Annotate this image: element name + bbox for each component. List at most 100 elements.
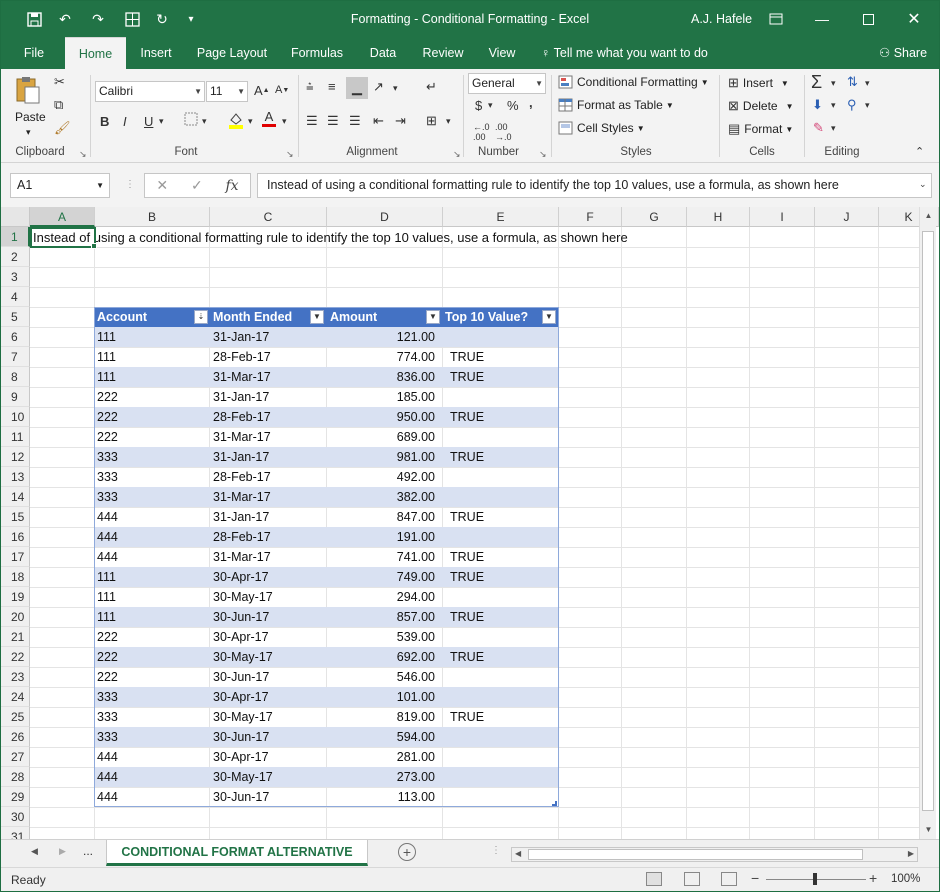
row-header-2[interactable]: 2 xyxy=(1,247,30,267)
orientation-icon[interactable]: ↗ xyxy=(373,79,384,95)
filter-dropdown-icon[interactable]: ▼ xyxy=(310,310,324,324)
shrink-font-icon[interactable]: A ▼ xyxy=(275,84,289,96)
cell-amount[interactable]: 113.00 xyxy=(398,787,435,807)
table-header-cell[interactable]: Account xyxy=(97,307,147,327)
cell-amount[interactable]: 692.00 xyxy=(397,647,435,667)
row-header-18[interactable]: 18 xyxy=(1,567,30,587)
cell-top10[interactable]: TRUE xyxy=(450,547,484,567)
cell-amount[interactable]: 819.00 xyxy=(397,707,435,727)
table-resize-handle[interactable] xyxy=(552,801,557,806)
decrease-indent-icon[interactable]: ⇤ xyxy=(373,113,384,129)
cell-styles-button[interactable]: Cell Styles ▼ xyxy=(558,121,645,135)
cell-top10[interactable]: TRUE xyxy=(450,347,484,367)
cell-account[interactable]: 222 xyxy=(97,627,118,647)
row-header-3[interactable]: 3 xyxy=(1,267,30,287)
expand-formula-icon[interactable]: ⌄ xyxy=(919,179,927,190)
chevron-down-icon[interactable]: ▾ xyxy=(865,78,870,89)
cell-month-ended[interactable]: 30-Apr-17 xyxy=(213,747,269,767)
cell-amount[interactable]: 294.00 xyxy=(397,587,435,607)
font-color-icon[interactable]: A xyxy=(262,109,276,127)
copy-icon[interactable]: ⧉ xyxy=(54,97,63,113)
cell-account[interactable]: 444 xyxy=(97,747,118,767)
cell-month-ended[interactable]: 31-Jan-17 xyxy=(213,447,269,467)
increase-decimal-icon[interactable]: ←.0.00 xyxy=(473,122,490,142)
cell-amount[interactable]: 950.00 xyxy=(397,407,435,427)
refresh-icon[interactable]: ↻ xyxy=(153,10,171,28)
percent-icon[interactable]: % xyxy=(507,98,519,113)
cell-top10[interactable]: TRUE xyxy=(450,567,484,587)
cell-account[interactable]: 333 xyxy=(97,727,118,747)
close-icon[interactable]: ✕ xyxy=(891,1,937,37)
underline-icon[interactable]: U xyxy=(144,114,153,129)
cell-month-ended[interactable]: 28-Feb-17 xyxy=(213,347,271,367)
column-header-e[interactable]: E xyxy=(443,207,559,227)
align-right-icon[interactable]: ☰ xyxy=(349,113,361,129)
row-header-14[interactable]: 14 xyxy=(1,487,30,507)
cell-account[interactable]: 222 xyxy=(97,427,118,447)
zoom-slider-knob[interactable] xyxy=(813,873,817,885)
row-header-6[interactable]: 6 xyxy=(1,327,30,347)
cell-account[interactable]: 222 xyxy=(97,387,118,407)
tab-view[interactable]: View xyxy=(481,37,523,69)
format-painter-icon[interactable]: 🖌 xyxy=(54,120,71,136)
cell-account[interactable]: 333 xyxy=(97,467,118,487)
worksheet-grid[interactable]: ABCDEFGHIJK 1 2 3 4 5 6 7 8 9 10 11 12 13 14 15 16 17 18 1… xyxy=(1,207,939,839)
row-header-19[interactable]: 19 xyxy=(1,587,30,607)
table-header-cell[interactable]: Top 10 Value? xyxy=(445,307,528,327)
name-box[interactable]: A1 ▼ xyxy=(10,173,110,198)
select-all-corner[interactable] xyxy=(1,207,30,227)
cell-account[interactable]: 111 xyxy=(97,607,116,627)
number-format-combo[interactable]: General ▼ xyxy=(468,73,546,94)
cell-amount[interactable]: 185.00 xyxy=(397,387,435,407)
row-header-11[interactable]: 11 xyxy=(1,427,30,447)
table-grid-icon[interactable] xyxy=(123,10,141,28)
cell-account[interactable]: 333 xyxy=(97,487,118,507)
font-name-combo[interactable]: Calibri ▼ xyxy=(95,81,205,102)
filter-dropdown-icon[interactable]: ▼ xyxy=(426,310,440,324)
align-center-icon[interactable]: ☰ xyxy=(327,113,339,129)
cell-account[interactable]: 111 xyxy=(97,567,116,587)
align-middle-icon[interactable]: ≡ xyxy=(328,79,336,94)
row-header-29[interactable]: 29 xyxy=(1,787,30,807)
table-header-cell[interactable]: Month Ended xyxy=(213,307,292,327)
column-header-a[interactable]: A xyxy=(30,207,95,227)
cell-amount[interactable]: 981.00 xyxy=(397,447,435,467)
fill-down-icon[interactable]: ⬇ xyxy=(812,97,823,113)
cell-month-ended[interactable]: 31-Mar-17 xyxy=(213,547,271,567)
comma-icon[interactable]: , xyxy=(529,95,533,110)
cell-account[interactable]: 111 xyxy=(97,367,116,387)
vertical-scrollbar[interactable]: ▲ ▼ xyxy=(919,207,936,839)
share-button[interactable]: ⚇ Share xyxy=(879,37,927,69)
cell-account[interactable]: 111 xyxy=(97,347,116,367)
column-header-h[interactable]: H xyxy=(687,207,750,227)
cell-amount[interactable]: 857.00 xyxy=(397,607,435,627)
font-size-combo[interactable]: 11 ▼ xyxy=(206,81,248,102)
paste-icon[interactable] xyxy=(13,75,45,105)
undo-icon[interactable]: ↶ xyxy=(56,10,74,28)
cell-account[interactable]: 333 xyxy=(97,687,118,707)
cell-amount[interactable]: 836.00 xyxy=(397,367,435,387)
row-header-4[interactable]: 4 xyxy=(1,287,30,307)
redo-icon[interactable]: ↷ xyxy=(89,10,107,28)
chevron-down-icon[interactable]: ▾ xyxy=(831,123,836,134)
row-header-15[interactable]: 15 xyxy=(1,507,30,527)
insert-function-icon[interactable]: fx xyxy=(226,178,239,194)
fill-handle[interactable] xyxy=(91,243,97,249)
cell-month-ended[interactable]: 31-Jan-17 xyxy=(213,327,269,347)
insert-cells-button[interactable]: ⊞ Insert ▼ xyxy=(728,75,789,91)
zoom-in-icon[interactable]: + xyxy=(869,870,877,886)
tab-page-layout[interactable]: Page Layout xyxy=(191,37,273,69)
scroll-down-icon[interactable]: ▼ xyxy=(920,825,937,834)
row-header-25[interactable]: 25 xyxy=(1,707,30,727)
cell-top10[interactable]: TRUE xyxy=(450,707,484,727)
currency-icon[interactable]: $ xyxy=(475,98,482,113)
more-sheets-button[interactable]: ... xyxy=(83,844,93,858)
chevron-down-icon[interactable]: ▾ xyxy=(831,78,836,89)
cell-month-ended[interactable]: 30-May-17 xyxy=(213,707,273,727)
row-header-20[interactable]: 20 xyxy=(1,607,30,627)
cell-top10[interactable]: TRUE xyxy=(450,447,484,467)
page-break-view-icon[interactable] xyxy=(721,872,737,886)
row-header-22[interactable]: 22 xyxy=(1,647,30,667)
vertical-scroll-thumb[interactable] xyxy=(922,231,934,811)
row-header-1[interactable]: 1 xyxy=(1,227,30,247)
